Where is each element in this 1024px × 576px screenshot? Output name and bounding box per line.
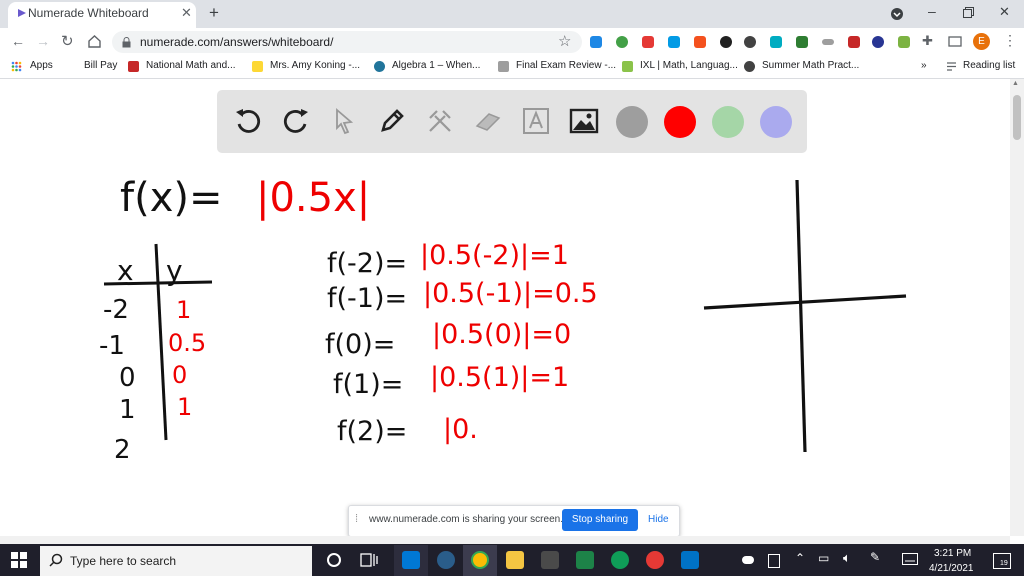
table-x-cell: -1 <box>99 331 125 361</box>
table-divider <box>154 243 168 441</box>
hide-button[interactable]: Hide <box>648 514 669 525</box>
x-axis-line <box>703 294 907 310</box>
taskbar-app-icon[interactable] <box>437 551 455 569</box>
network-icon[interactable]: ▭ <box>818 551 829 565</box>
clock-date[interactable]: 4/21/2021 <box>929 563 974 574</box>
cortana-icon[interactable] <box>326 552 342 568</box>
stop-sharing-button[interactable]: Stop sharing <box>562 509 638 531</box>
taskbar-search-placeholder[interactable]: Type here to search <box>70 554 176 568</box>
drag-handle-icon[interactable]: ⁞ <box>355 513 358 525</box>
table-y-cell: 1 <box>177 393 192 421</box>
photos-app-icon[interactable] <box>402 551 420 569</box>
file-explorer-icon[interactable] <box>506 551 524 569</box>
edge-icon[interactable] <box>611 551 629 569</box>
eval-lhs: f(-1)= <box>327 283 407 314</box>
table-x-cell: 1 <box>119 395 136 425</box>
table-y-cell: 0.5 <box>168 329 206 357</box>
eval-rhs: |0.5(-1)|=0.5 <box>423 278 598 309</box>
notification-count: 19 <box>1000 560 1008 567</box>
y-axis-line <box>795 179 807 453</box>
app-tray-icon[interactable] <box>768 554 780 568</box>
volume-icon[interactable]: 🔈︎ <box>843 550 851 566</box>
scroll-up-icon[interactable]: ▲ <box>1012 80 1019 87</box>
table-y-cell: 0 <box>172 361 187 389</box>
onedrive-icon[interactable] <box>742 556 754 564</box>
keyboard-icon[interactable] <box>902 553 918 565</box>
search-icon <box>49 553 63 567</box>
table-x-cell: 0 <box>119 363 136 393</box>
horizontal-scrollbar[interactable] <box>0 536 1010 544</box>
scrollbar-thumb[interactable] <box>1013 95 1021 140</box>
task-view-icon[interactable] <box>360 552 378 568</box>
eval-rhs: |0.5(-2)|=1 <box>420 240 569 271</box>
pen-workspace-icon[interactable]: ✎ <box>870 550 880 564</box>
eval-rhs: |0.5(0)|=0 <box>432 319 571 350</box>
table-x-cell: -2 <box>103 295 129 325</box>
chrome-icon[interactable] <box>471 551 489 569</box>
excel-icon[interactable] <box>576 551 594 569</box>
eval-lhs: f(0)= <box>325 329 395 360</box>
eval-lhs: f(1)= <box>333 369 403 400</box>
function-prefix: f(x)= <box>120 175 222 221</box>
table-x-cell: 2 <box>114 435 131 465</box>
table-y-cell: 1 <box>176 296 191 324</box>
eval-rhs: |0.5(1)|=1 <box>430 362 569 393</box>
expand-tray-icon[interactable]: ⌃ <box>795 551 805 565</box>
red-app-icon[interactable] <box>646 551 664 569</box>
eval-lhs: f(2)= <box>337 416 407 447</box>
outlook-icon[interactable] <box>681 551 699 569</box>
eval-lhs: f(-2)= <box>327 248 407 279</box>
share-message: www.numerade.com is sharing your screen. <box>369 514 563 525</box>
windows-start-icon[interactable] <box>11 552 27 568</box>
vertical-scrollbar[interactable] <box>1010 79 1024 536</box>
store-icon[interactable] <box>541 551 559 569</box>
function-body: |0.5x| <box>256 175 370 221</box>
whiteboard-canvas[interactable]: f(x)= |0.5x| x y -2 -1 0 1 2 1 0.5 0 1 f… <box>0 0 1010 536</box>
clock-time[interactable]: 3:21 PM <box>934 548 971 559</box>
eval-rhs: |0. <box>443 414 478 445</box>
